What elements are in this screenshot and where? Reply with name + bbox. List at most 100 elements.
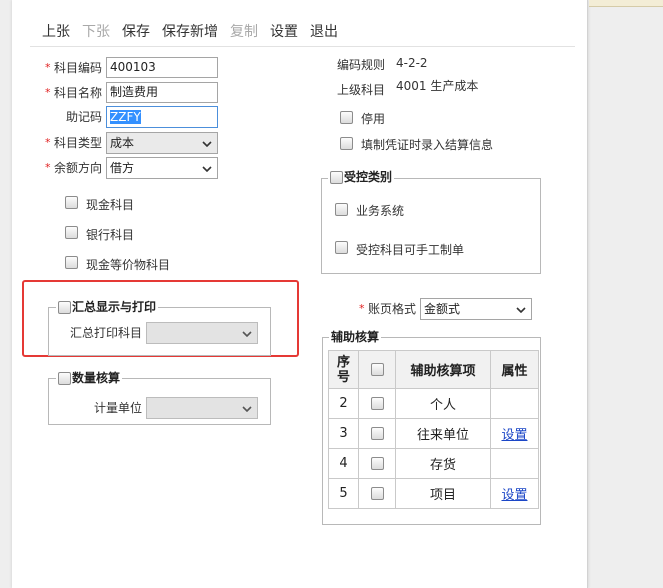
- row-no: 4: [328, 448, 359, 479]
- window-edge: [589, 0, 663, 7]
- measure-unit-label: 计量单位: [93, 401, 142, 415]
- chevron-down-icon: [242, 331, 252, 337]
- row-no: 5: [328, 478, 359, 509]
- row-attr: [490, 388, 539, 419]
- auxiliary-accounting-legend: 辅助核算: [329, 330, 382, 344]
- balance-direction-value: 借方: [110, 161, 135, 175]
- col-header-no-text: 序号: [336, 354, 350, 385]
- account-code-label: 科目编码: [53, 61, 102, 75]
- controlled-category-title: 受控类别: [344, 170, 393, 184]
- cash-account-label: 现金科目: [86, 198, 135, 212]
- row-item: 个人: [395, 388, 491, 419]
- attr-settings-link[interactable]: 设置: [501, 488, 527, 503]
- row-select: [358, 388, 396, 419]
- mnemonic-label: 助记码: [65, 110, 102, 124]
- col-header-attr: 属性: [490, 350, 539, 389]
- table-header-row: 序号 辅助核算项 属性: [328, 350, 539, 389]
- cash-account-checkbox[interactable]: [65, 196, 78, 209]
- next-record-button[interactable]: 下张: [82, 23, 110, 41]
- save-and-new-button[interactable]: 保存新增: [162, 23, 218, 41]
- balance-direction-label: 余额方向: [53, 161, 102, 175]
- settings-button[interactable]: 设置: [270, 23, 298, 41]
- summary-print-checkbox[interactable]: [58, 300, 71, 314]
- row-no: 2: [328, 388, 359, 419]
- row-item: 往来单位: [395, 418, 491, 449]
- code-rule-value: 4-2-2: [396, 56, 428, 70]
- inactive-label: 停用: [361, 112, 386, 126]
- table-row: 2 个人: [328, 388, 539, 419]
- ledger-format-label: 账页格式: [368, 302, 417, 316]
- business-system-checkbox[interactable]: [335, 203, 348, 216]
- quantity-accounting-title: 数量核算: [72, 371, 121, 385]
- settlement-info-label: 填制凭证时录入结算信息: [361, 138, 494, 152]
- attr-settings-link[interactable]: 设置: [501, 428, 527, 443]
- settlement-info-checkbox[interactable]: [340, 137, 353, 150]
- account-name-input[interactable]: 制造费用: [106, 82, 218, 103]
- summary-print-title: 汇总显示与打印: [72, 300, 157, 314]
- measure-unit-select[interactable]: [146, 397, 258, 419]
- row-attr: 设置: [490, 418, 539, 449]
- summary-print-account-label: 汇总打印科目: [69, 326, 142, 340]
- account-name-label: 科目名称: [53, 86, 102, 100]
- account-code-value: 400103: [110, 60, 156, 74]
- col-header-no: 序号: [328, 350, 359, 389]
- parent-account-value: 4001 生产成本: [396, 79, 479, 93]
- manual-voucher-checkbox[interactable]: [335, 241, 348, 254]
- business-system-label: 业务系统: [356, 204, 405, 218]
- manual-voucher-label: 受控科目可手工制单: [356, 243, 465, 257]
- row-checkbox[interactable]: [370, 397, 384, 410]
- summary-print-legend: 汇总显示与打印: [56, 300, 159, 314]
- row-checkbox[interactable]: [370, 457, 384, 470]
- row-item: 存货: [395, 448, 491, 479]
- ledger-format-select[interactable]: 金额式: [420, 298, 532, 320]
- quantity-accounting-checkbox[interactable]: [58, 371, 71, 385]
- row-checkbox[interactable]: [370, 487, 384, 500]
- table-row: 5 项目 设置: [328, 478, 539, 509]
- col-header-item: 辅助核算项: [395, 350, 491, 389]
- ledger-format-value: 金额式: [424, 302, 461, 316]
- account-type-select[interactable]: 成本: [106, 132, 218, 154]
- row-no: 3: [328, 418, 359, 449]
- code-rule-label: 编码规则: [337, 58, 386, 72]
- auxiliary-accounting-title: 辅助核算: [331, 330, 380, 344]
- summary-print-account-select[interactable]: [146, 322, 258, 344]
- save-button[interactable]: 保存: [122, 23, 150, 41]
- toolbar-divider: [30, 46, 575, 47]
- chevron-down-icon: [202, 166, 212, 172]
- account-edit-dialog: 上张 下张 保存 保存新增 复制 设置 退出 * 科目编码 400103 * 科…: [0, 0, 663, 588]
- chevron-down-icon: [202, 141, 212, 147]
- row-checkbox[interactable]: [370, 427, 384, 440]
- quantity-accounting-legend: 数量核算: [56, 371, 123, 385]
- chevron-down-icon: [516, 307, 526, 313]
- account-type-value: 成本: [110, 136, 135, 150]
- controlled-category-group: [321, 178, 541, 274]
- auxiliary-table: 序号 辅助核算项 属性 2 个人 3 往来单位 设置 4 存货 5 项目 设置: [328, 350, 539, 509]
- col-header-select: [358, 350, 396, 389]
- inactive-checkbox[interactable]: [340, 111, 353, 124]
- account-code-input[interactable]: 400103: [106, 57, 218, 78]
- exit-button[interactable]: 退出: [310, 23, 338, 41]
- parent-account-label: 上级科目: [337, 83, 386, 97]
- bank-account-checkbox[interactable]: [65, 226, 78, 239]
- mnemonic-value: ZZFY: [110, 110, 141, 124]
- prev-record-button[interactable]: 上张: [42, 23, 70, 41]
- cash-equivalent-checkbox[interactable]: [65, 256, 78, 269]
- controlled-category-checkbox[interactable]: [330, 170, 343, 184]
- balance-direction-select[interactable]: 借方: [106, 157, 218, 179]
- copy-button[interactable]: 复制: [230, 23, 258, 41]
- row-select: [358, 418, 396, 449]
- row-item: 项目: [395, 478, 491, 509]
- table-row: 4 存货: [328, 448, 539, 479]
- row-attr: [490, 448, 539, 479]
- row-select: [358, 478, 396, 509]
- account-name-value: 制造费用: [110, 85, 159, 99]
- controlled-category-legend: 受控类别: [328, 170, 395, 184]
- bank-account-label: 银行科目: [86, 228, 135, 242]
- required-mark: *: [359, 302, 365, 315]
- mnemonic-input[interactable]: ZZFY: [106, 106, 218, 128]
- row-select: [358, 448, 396, 479]
- select-all-checkbox[interactable]: [370, 363, 384, 376]
- row-attr: 设置: [490, 478, 539, 509]
- cash-equivalent-label: 现金等价物科目: [86, 258, 171, 272]
- account-type-label: 科目类型: [53, 136, 102, 150]
